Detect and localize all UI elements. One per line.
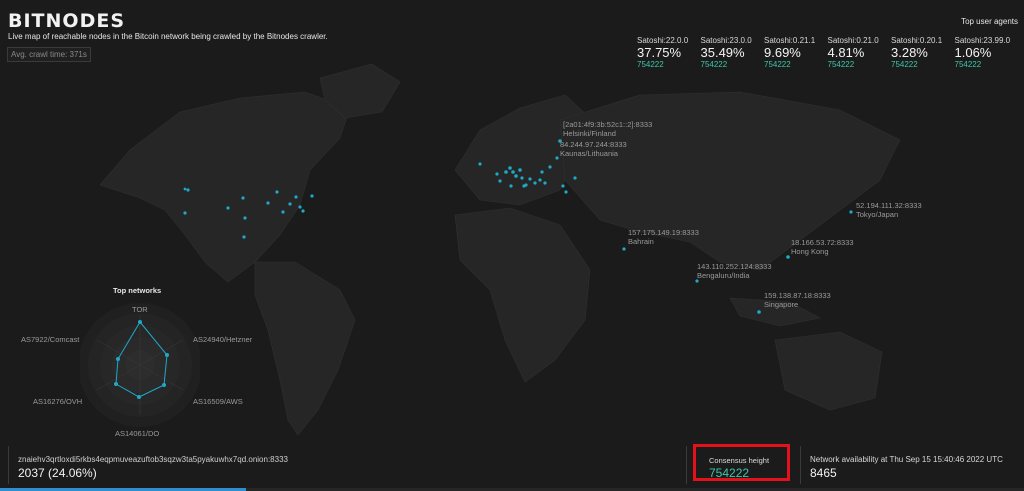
- top-networks-radar: [80, 303, 200, 427]
- user-agent-percent: 37.75%: [637, 45, 682, 60]
- node-address: [2a01:4f9:3b:52c1::2]:8333: [563, 120, 653, 129]
- node-location: Helsinki/Finland: [563, 129, 616, 138]
- divider: [8, 446, 9, 484]
- user-agent-name: Satoshi:23.0.0: [700, 36, 752, 45]
- consensus-height-value: 754222: [709, 466, 750, 480]
- network-availability[interactable]: Network availability at Thu Sep 15 15:40…: [810, 455, 1003, 480]
- availability-label: Network availability at Thu Sep 15 15:40…: [810, 455, 1003, 464]
- node-label-tokyo[interactable]: 52.194.111.32:8333 Tokyo/Japan: [856, 201, 922, 219]
- user-agent-height: 754222: [637, 60, 664, 69]
- consensus-height-label: Consensus height: [709, 456, 770, 465]
- crawl-time-badge: Avg. crawl time: 371s: [7, 47, 91, 62]
- user-agent-item[interactable]: Satoshi:0.20.1 3.28% 754222: [891, 36, 955, 69]
- user-agent-item[interactable]: Satoshi:23.0.0 35.49% 754222: [701, 36, 765, 69]
- user-agent-height: 754222: [764, 60, 791, 69]
- africa-shape: [454, 207, 591, 383]
- node-label-helsinki[interactable]: [2a01:4f9:3b:52c1::2]:8333 Helsinki/Finl…: [563, 120, 652, 138]
- node-label-kaunas[interactable]: 84.244.97.244:8333 Kaunas/Lithuania: [560, 140, 627, 158]
- node-location: Bahrain: [628, 237, 654, 246]
- node-label-hong-kong[interactable]: 18.166.53.72:8333 Hong Kong: [791, 238, 854, 256]
- node-location: Kaunas/Lithuania: [560, 149, 618, 158]
- australia-shape: [774, 331, 883, 411]
- node-location: Bengaluru/India: [697, 271, 750, 280]
- user-agent-name: Satoshi:0.21.1: [764, 36, 816, 45]
- node-location: Singapore: [764, 300, 799, 309]
- network-label-aws: AS16509/AWS: [193, 397, 243, 406]
- node-location: Hong Kong: [791, 247, 829, 256]
- network-label-hetzner: AS24940/Hetzner: [193, 335, 253, 344]
- node-label-singapore[interactable]: 159.138.87.18:8333 Singapore: [764, 291, 831, 309]
- consensus-height-panel[interactable]: Consensus height 754222: [693, 444, 790, 481]
- divider: [800, 446, 801, 484]
- node-address: 18.166.53.72:8333: [791, 238, 854, 247]
- node-address: 159.138.87.18:8333: [764, 291, 831, 300]
- user-agents-title: Top user agents: [961, 17, 1018, 26]
- user-agent-name: Satoshi:0.20.1: [891, 36, 943, 45]
- page-subtitle: Live map of reachable nodes in the Bitco…: [8, 32, 328, 41]
- node-address: 143.110.252.124:8333: [697, 262, 772, 271]
- user-agent-percent: 1.06%: [954, 45, 992, 60]
- featured-node[interactable]: znaiehv3qrtloxdi5rkbs4eqpmuveazuftob3sqz…: [18, 455, 288, 480]
- node-address: 157.175.149.19:8333: [628, 228, 699, 237]
- user-agent-item[interactable]: Satoshi:22.0.0 37.75% 754222: [637, 36, 701, 69]
- availability-count: 8465: [810, 466, 837, 480]
- user-agent-height: 754222: [700, 60, 728, 69]
- user-agent-height: 754222: [827, 60, 855, 69]
- node-location: Tokyo/Japan: [856, 210, 899, 219]
- user-agent-item[interactable]: Satoshi:0.21.1 9.69% 754222: [764, 36, 828, 69]
- node-address: 84.244.97.244:8333: [560, 140, 627, 149]
- user-agent-height: 754222: [954, 60, 982, 69]
- north-america-shape: [99, 91, 351, 283]
- network-label-tor: TOR: [132, 305, 148, 314]
- network-label-do: AS14061/DO: [115, 429, 160, 438]
- user-agent-name: Satoshi:0.21.0: [827, 36, 879, 45]
- user-agent-item[interactable]: Satoshi:0.21.0 4.81% 754222: [828, 36, 892, 69]
- node-address: 52.194.111.32:8333: [856, 201, 922, 210]
- node-label-bahrain[interactable]: 157.175.149.19:8333 Bahrain: [628, 228, 699, 246]
- node-label-bengaluru[interactable]: 143.110.252.124:8333 Bengaluru/India: [697, 262, 772, 280]
- network-label-ovh: AS16276/OVH: [33, 397, 83, 406]
- user-agents-list: Satoshi:22.0.0 37.75% 754222 Satoshi:23.…: [637, 36, 1018, 69]
- network-label-comcast: AS7922/Comcast: [21, 335, 80, 344]
- bitnodes-logo[interactable]: BITNODES: [8, 10, 125, 32]
- user-agent-percent: 35.49%: [700, 45, 745, 60]
- top-networks-title: Top networks: [113, 286, 162, 295]
- user-agent-name: Satoshi:23.99.0: [954, 36, 1011, 45]
- user-agent-name: Satoshi:22.0.0: [637, 36, 689, 45]
- south-america-shape: [254, 261, 356, 436]
- user-agent-percent: 3.28%: [891, 45, 928, 60]
- user-agent-percent: 9.69%: [764, 45, 801, 60]
- onion-address: znaiehv3qrtloxdi5rkbs4eqpmuveazuftob3sqz…: [18, 455, 288, 464]
- user-agent-item[interactable]: Satoshi:23.99.0 1.06% 754222: [955, 36, 1019, 69]
- user-agent-percent: 4.81%: [827, 45, 865, 60]
- onion-count: 2037 (24.06%): [18, 466, 97, 480]
- divider: [686, 446, 687, 484]
- user-agent-height: 754222: [891, 60, 918, 69]
